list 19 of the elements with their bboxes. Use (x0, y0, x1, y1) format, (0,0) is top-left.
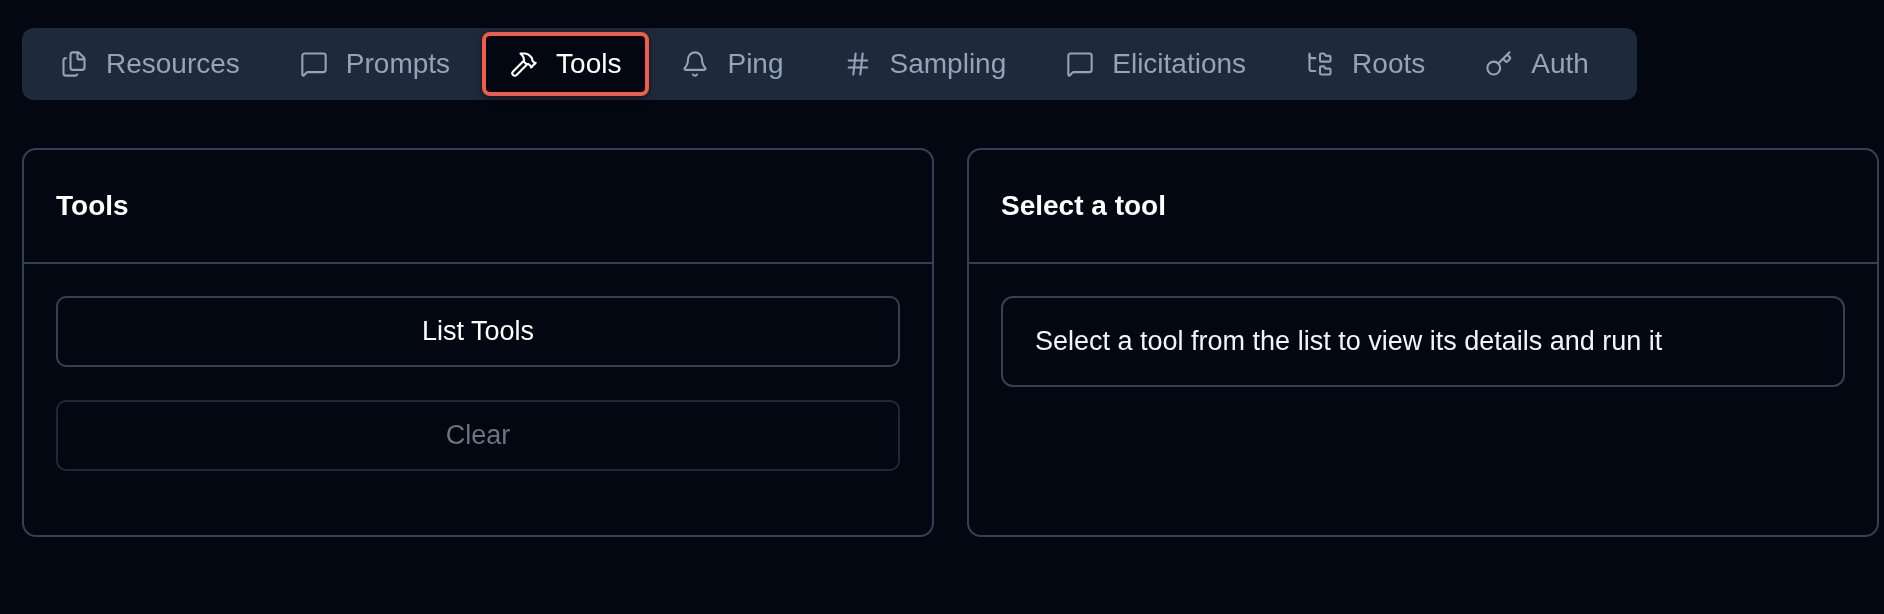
panel-title: Tools (56, 190, 129, 222)
tab[interactable]: Roots (1278, 32, 1454, 96)
key-icon (1485, 50, 1514, 78)
speech-bubble-icon (299, 50, 328, 78)
list-tools-button[interactable]: List Tools (56, 296, 900, 367)
folder-tree-icon (1306, 50, 1335, 78)
tab[interactable]: Prompts (271, 32, 479, 96)
tab[interactable]: Tools (482, 32, 650, 96)
message-text: Select a tool from the list to view its details and run it (1035, 326, 1663, 357)
bell-icon (681, 50, 710, 78)
tab[interactable]: Auth (1457, 32, 1617, 96)
tab[interactable]: Resources (32, 32, 268, 96)
panel-title: Select a tool (1001, 190, 1166, 222)
tab[interactable]: Elicitations (1038, 32, 1275, 96)
files-icon (60, 50, 88, 78)
hammer-icon (510, 50, 539, 78)
tab[interactable]: Ping (653, 32, 812, 96)
tab[interactable]: Sampling (815, 32, 1035, 96)
speech-bubble-icon (1066, 50, 1095, 78)
